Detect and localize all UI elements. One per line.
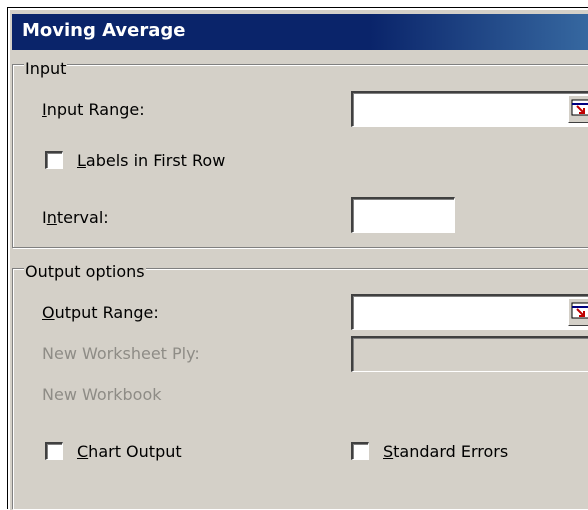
new-workbook-label: New Workbook xyxy=(42,385,162,404)
input-range-collapse-button[interactable] xyxy=(568,95,588,123)
labels-first-row-checkbox[interactable] xyxy=(45,151,63,169)
standard-errors-label-rest: tandard Errors xyxy=(393,442,509,461)
input-group-legend: Input xyxy=(24,59,68,78)
input-range-field[interactable] xyxy=(351,91,588,127)
input-range-label: Input Range: xyxy=(42,100,145,119)
input-range-label-rest: nput Range: xyxy=(46,100,145,119)
interval-label: Interval: xyxy=(42,208,109,227)
labels-first-row-label[interactable]: Labels in First Row xyxy=(77,151,225,170)
output-range-collapse-button[interactable] xyxy=(568,298,588,326)
collapse-dialog-icon xyxy=(571,302,588,319)
title-bar[interactable]: Moving Average xyxy=(12,14,588,50)
output-range-field[interactable] xyxy=(351,294,588,330)
output-range-label: Output Range: xyxy=(42,303,159,322)
chart-output-label-rest: hart Output xyxy=(88,442,182,461)
output-group-legend: Output options xyxy=(24,262,146,281)
collapse-dialog-icon xyxy=(571,99,588,116)
interval-field[interactable] xyxy=(351,197,455,233)
dialog-title: Moving Average xyxy=(22,20,186,41)
new-worksheet-ply-field xyxy=(351,336,588,372)
labels-first-row-label-rest: abels in First Row xyxy=(85,151,226,170)
chart-output-checkbox[interactable] xyxy=(45,442,63,460)
new-worksheet-ply-label: New Worksheet Ply: xyxy=(42,344,200,363)
standard-errors-checkbox[interactable] xyxy=(351,442,369,460)
output-range-label-rest: utput Range: xyxy=(54,303,159,322)
chart-output-label[interactable]: Chart Output xyxy=(77,442,182,461)
standard-errors-label[interactable]: Standard Errors xyxy=(383,442,508,461)
